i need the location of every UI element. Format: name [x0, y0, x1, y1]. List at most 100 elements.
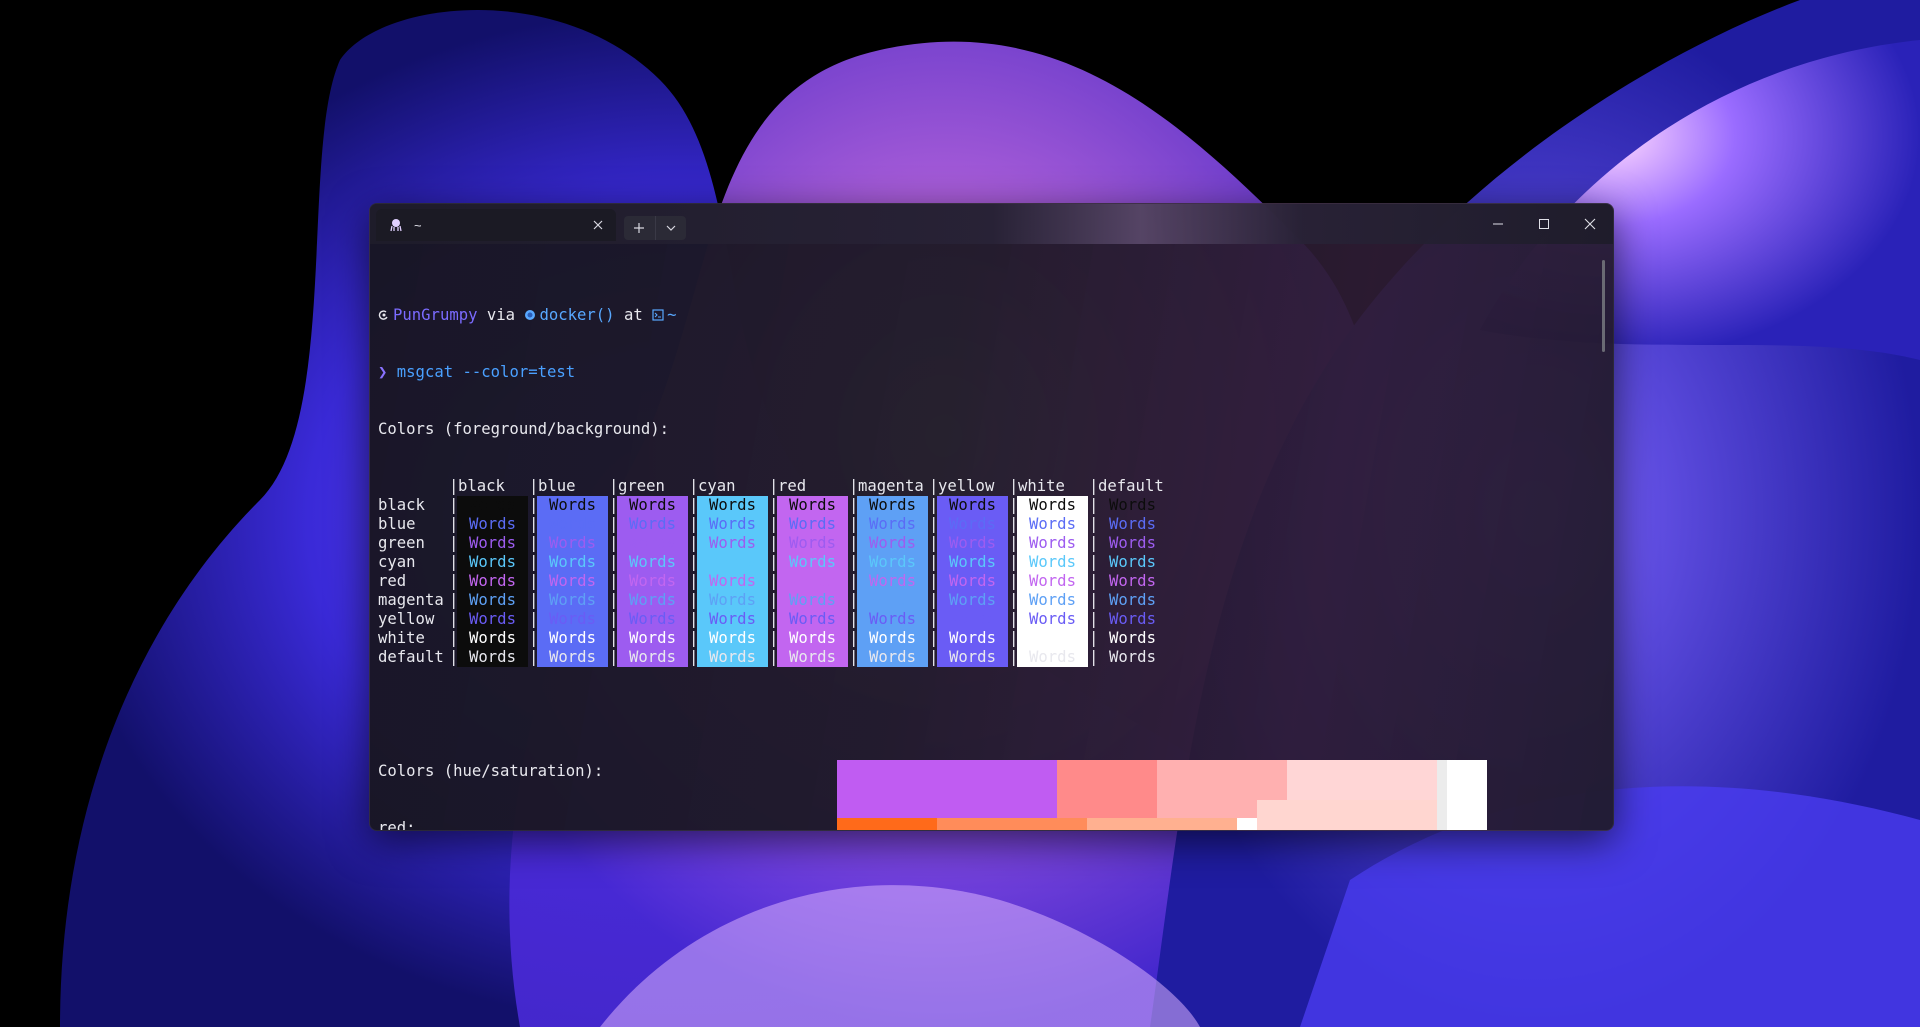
cell-black-on-blue: Words — [537, 496, 608, 515]
cell-cyan-on-green: Words — [617, 553, 688, 572]
cell-default-on-blue: Words — [537, 648, 608, 667]
plus-icon — [634, 223, 645, 233]
column-header-yellow: yellow — [938, 477, 995, 495]
cell-green-on-default: Words — [1109, 534, 1156, 552]
cell-red-on-default: Words — [1109, 572, 1156, 590]
cell-default-on-white: Words — [1017, 648, 1088, 667]
row-label-black: black — [378, 496, 425, 514]
cell-red-on-cyan: Words — [697, 572, 768, 591]
cell-red-on-green: Words — [617, 572, 688, 591]
tab-home[interactable]: ~ — [376, 209, 616, 241]
cell-yellow-on-blue: Words — [537, 610, 608, 629]
table-row-cyan: cyan | Words | Words | Words | Words | Words | Words… — [378, 553, 1593, 572]
cell-black-on-cyan: Words — [697, 496, 768, 515]
cell-red-on-blue: Words — [537, 572, 608, 591]
close-icon — [1584, 218, 1596, 230]
cell-cyan-on-white: Words — [1017, 553, 1088, 572]
table-heading: Colors (foreground/background): — [378, 420, 670, 438]
cell-magenta-on-red: Words — [777, 591, 848, 610]
table-row-yellow: yellow | Words | Words | Words | Words | Words | Wor… — [378, 610, 1593, 629]
minimize-button[interactable] — [1475, 204, 1521, 244]
cell-red-on-black: Words — [457, 572, 528, 591]
cell-black-on-black: Words — [457, 496, 528, 515]
cell-black-on-white: Words — [1017, 496, 1088, 515]
cell-yellow-on-magenta: Words — [857, 610, 928, 629]
color-table: | black | blue | green | cyan | red | magenta | yello… — [378, 477, 1593, 667]
cell-cyan-on-default: Words — [1109, 553, 1156, 571]
new-tab-group — [624, 216, 686, 240]
cell-green-on-green: Words — [617, 534, 688, 553]
column-header-red: red — [778, 477, 807, 495]
row-label-default: default — [378, 648, 444, 666]
cell-red-on-yellow: Words — [937, 572, 1008, 591]
title-bar[interactable]: ~ — [370, 204, 1613, 244]
chevron-down-icon — [666, 225, 676, 231]
cell-magenta-on-yellow: Words — [937, 591, 1008, 610]
cell-blue-on-default: Words — [1109, 515, 1156, 533]
cell-cyan-on-red: Words — [777, 553, 848, 572]
cell-magenta-on-blue: Words — [537, 591, 608, 610]
maximize-button[interactable] — [1521, 204, 1567, 244]
table-row-magenta: magenta | Words | Words | Words | Words | Words | Wo… — [378, 591, 1593, 610]
cell-yellow-on-red: Words — [777, 610, 848, 629]
column-header-magenta: magenta — [858, 477, 924, 495]
cell-cyan-on-blue: Words — [537, 553, 608, 572]
hue-saturation-swatch — [837, 760, 1487, 830]
new-tab-button[interactable] — [624, 216, 656, 240]
cell-red-on-magenta: Words — [857, 572, 928, 591]
cell-white-on-green: Words — [617, 629, 688, 648]
cell-red-on-white: Words — [1017, 572, 1088, 591]
row-label-blue: blue — [378, 515, 416, 533]
cell-blue-on-cyan: Words — [697, 515, 768, 534]
cell-yellow-on-yellow: Words — [937, 610, 1008, 629]
column-header-blue: blue — [538, 477, 576, 495]
terminal-window: ~ PunGrumpy via docker() at ~ ❯ msgcat -… — [369, 203, 1614, 831]
maximize-icon — [1539, 219, 1549, 229]
table-row-blue: blue | Words | Words | Words | Words | Words | Words… — [378, 515, 1593, 534]
minimize-icon — [1493, 223, 1503, 225]
cell-green-on-white: Words — [1017, 534, 1088, 553]
cell-white-on-blue: Words — [537, 629, 608, 648]
prompt-arrow: ❯ — [378, 363, 388, 381]
cell-default-on-red: Words — [777, 648, 848, 667]
cell-cyan-on-cyan: Words — [697, 553, 768, 572]
command-line: ❯ msgcat --color=test — [378, 363, 1593, 382]
table-row-white: white | Words | Words | Words | Words | Words | Word… — [378, 629, 1593, 648]
cell-blue-on-blue: Words — [537, 515, 608, 534]
cell-yellow-on-white: Words — [1017, 610, 1088, 629]
column-header-green: green — [618, 477, 665, 495]
cell-blue-on-black: Words — [457, 515, 528, 534]
cell-black-on-green: Words — [617, 496, 688, 515]
debian-swirl-icon — [378, 310, 388, 320]
table-header-row: | black | blue | green | cyan | red | magenta | yello… — [378, 477, 1593, 496]
close-button[interactable] — [1567, 204, 1613, 244]
docker-icon — [525, 310, 536, 320]
row-label-cyan: cyan — [378, 553, 416, 571]
row-label-white: white — [378, 629, 425, 647]
cell-red-on-red: Words — [777, 572, 848, 591]
cell-default-on-black: Words — [457, 648, 528, 667]
tab-close-icon[interactable] — [590, 217, 606, 233]
cell-blue-on-magenta: Words — [857, 515, 928, 534]
row-label-yellow: yellow — [378, 610, 435, 628]
cell-blue-on-yellow: Words — [937, 515, 1008, 534]
cell-yellow-on-black: Words — [457, 610, 528, 629]
cell-white-on-yellow: Words — [937, 629, 1008, 648]
command-text: msgcat --color=test — [396, 363, 576, 381]
row-label-green: green — [378, 534, 425, 552]
cell-magenta-on-magenta: Words — [857, 591, 928, 610]
cell-blue-on-white: Words — [1017, 515, 1088, 534]
cell-magenta-on-white: Words — [1017, 591, 1088, 610]
cell-cyan-on-black: Words — [457, 553, 528, 572]
window-controls — [1475, 204, 1613, 244]
cell-yellow-on-default: Words — [1109, 610, 1156, 628]
cell-green-on-black: Words — [457, 534, 528, 553]
terminal-output[interactable]: PunGrumpy via docker() at ~ ❯ msgcat --c… — [378, 268, 1593, 830]
cell-default-on-magenta: Words — [857, 648, 928, 667]
tab-dropdown-button[interactable] — [656, 216, 687, 240]
column-header-cyan: cyan — [698, 477, 736, 495]
scrollbar-thumb[interactable] — [1602, 260, 1605, 352]
cell-default-on-default: Words — [1109, 648, 1156, 666]
terminal-folder-icon — [652, 309, 664, 321]
tab-title: ~ — [414, 217, 422, 233]
